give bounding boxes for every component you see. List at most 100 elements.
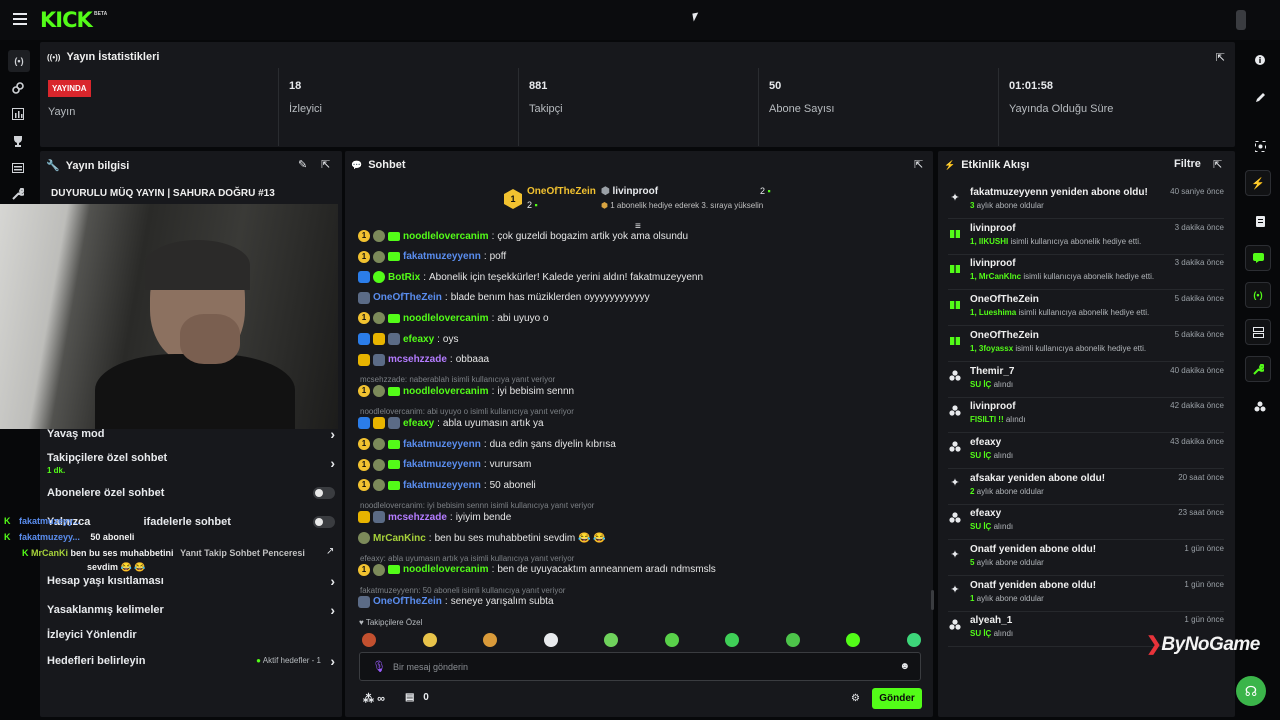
- kick-logo[interactable]: KICK: [40, 8, 93, 32]
- emote-icon[interactable]: [785, 633, 800, 647]
- chat-bubble-icon[interactable]: [1245, 245, 1271, 271]
- rail-chart-icon[interactable]: [0, 103, 36, 125]
- chat-username[interactable]: OneOfTheZein: [373, 292, 442, 303]
- chat-message[interactable]: OneOfTheZein: seneye yarışalım subta: [358, 594, 918, 610]
- chat-username[interactable]: noodlelovercanim: [403, 313, 489, 324]
- chat-username[interactable]: fakatmuzeyyenn: [403, 480, 481, 491]
- chat-message[interactable]: OneOfTheZein: blade benım has müziklerden…: [358, 290, 918, 306]
- rail-broadcast-icon[interactable]: (•): [8, 50, 30, 72]
- chat-username[interactable]: mcsehzzade: [388, 512, 447, 523]
- activity-item[interactable]: livinproof 1, IIKUSHI isimli kullanıcıya …: [948, 221, 1224, 255]
- activity-item[interactable]: ✦ Onatf yeniden abone oldu! 5 aylık abone …: [948, 542, 1224, 576]
- settings-gear-icon[interactable]: ⚙: [851, 693, 860, 704]
- chat-message[interactable]: mcsehzzade: iyiyim bende: [358, 509, 918, 525]
- chat-message[interactable]: 1 fakatmuzeyyenn: vurursam: [358, 457, 918, 473]
- chat-username[interactable]: noodlelovercanim: [403, 564, 489, 575]
- chat-username[interactable]: BotRix: [388, 272, 420, 283]
- goals-row[interactable]: Hedefleri belirleyin ● Aktif hedefler - …: [47, 654, 337, 668]
- chat-username[interactable]: noodlelovercanim: [403, 386, 489, 397]
- chat-message[interactable]: 1 noodlelovercanim: çok guzeldi bogazim ar…: [358, 228, 918, 244]
- chat-message[interactable]: 1 noodlelovercanim: abi uyuyo o: [358, 310, 918, 326]
- emote-icon[interactable]: [422, 633, 437, 647]
- emote-icon[interactable]: [604, 633, 618, 647]
- activity-item[interactable]: ✦ fakatmuzeyyenn yeniden abone oldu! 3 ayl…: [948, 185, 1224, 219]
- lightning-icon[interactable]: ⚡: [1245, 170, 1271, 196]
- emote-icon[interactable]: [906, 633, 921, 647]
- chat-message[interactable]: efeaxy: oys: [358, 331, 918, 347]
- top-gifter-name[interactable]: OneOfTheZein: [527, 186, 596, 197]
- edit-icon[interactable]: ✎: [298, 158, 307, 171]
- chat-message[interactable]: 1 fakatmuzeyyenn: dua edin şans diyelin kı…: [358, 436, 918, 452]
- pencil-icon[interactable]: [1240, 83, 1280, 111]
- banned-words-row[interactable]: Yasaklanmış kelimeler ›: [47, 603, 337, 617]
- subs-only-toggle[interactable]: [313, 487, 335, 499]
- emotes-only-row[interactable]: Yalnızca ifadelerle sohbet: [47, 516, 337, 528]
- rail-link-icon[interactable]: [0, 77, 36, 99]
- chat-username[interactable]: mcsehzzade: [388, 354, 447, 365]
- chat-message[interactable]: 1 noodlelovercanim: ben de uyuyacaktım ann…: [358, 562, 918, 578]
- chat-message[interactable]: 1 fakatmuzeyyenn:50 aboneli: [358, 477, 918, 493]
- followers-only-row[interactable]: Takipçilere özel sohbet 1 dk. ›: [47, 452, 337, 475]
- info-icon[interactable]: [1240, 46, 1280, 74]
- chat-username[interactable]: efeaxy: [403, 418, 434, 429]
- activity-item[interactable]: OneOfTheZein 1, 3foyassx isimli kullanıcı…: [948, 328, 1224, 362]
- mic-icon[interactable]: 🎙: [372, 660, 386, 673]
- layers-icon[interactable]: [1245, 319, 1271, 345]
- shop[interactable]: ▤ 0: [405, 692, 429, 703]
- activity-item[interactable]: OneOfTheZein 1, Lueshima isimli kullanıcı…: [948, 292, 1224, 327]
- slow-mode-row[interactable]: Yavaş mod ›: [47, 427, 337, 441]
- emote-icon[interactable]: [725, 633, 739, 647]
- chat-username[interactable]: efeaxy: [403, 334, 434, 345]
- emote-icon[interactable]: [483, 633, 497, 647]
- menu-icon[interactable]: [13, 13, 27, 25]
- subs-only-row[interactable]: Abonelere özel sohbet: [47, 487, 337, 499]
- popout-icon[interactable]: ⇱: [321, 158, 330, 171]
- popout-icon[interactable]: ⇱: [914, 158, 923, 171]
- viewer-redirect-row[interactable]: İzleyici Yönlendir: [47, 629, 337, 641]
- chat-username[interactable]: fakatmuzeyyenn: [403, 251, 481, 262]
- chat-username[interactable]: fakatmuzeyyenn: [403, 459, 481, 470]
- chat-username[interactable]: OneOfTheZein: [373, 596, 442, 607]
- emote-icon[interactable]: [664, 633, 679, 647]
- emotes-only-toggle[interactable]: [313, 516, 335, 528]
- chat-message[interactable]: 1 noodlelovercanim: iyi bebisim sennn: [358, 383, 918, 399]
- rail-trophy-icon[interactable]: [0, 130, 36, 152]
- external-link-icon[interactable]: ↗: [326, 546, 334, 557]
- activity-item[interactable]: efeaxy SU İÇ alındı 43 dakika önce: [948, 435, 1224, 469]
- chat-username[interactable]: MrCanKinc: [373, 533, 426, 544]
- gifter-name[interactable]: ⬢ livinproof: [601, 186, 658, 197]
- chat-input[interactable]: 🎙 Bir mesaj gönderin ☻: [359, 652, 921, 681]
- broadcast-icon[interactable]: (•): [1245, 282, 1271, 308]
- rail-wrench-icon[interactable]: [0, 183, 36, 205]
- chat-username[interactable]: noodlelovercanim: [403, 231, 489, 242]
- emote-icon[interactable]: [543, 633, 558, 647]
- popout-icon[interactable]: ⇱: [1213, 158, 1222, 171]
- account-age-row[interactable]: Hesap yaşı kısıtlaması ›: [47, 574, 337, 588]
- emote-icon[interactable]: [846, 633, 860, 647]
- popout-icon[interactable]: ⇱: [1216, 51, 1225, 64]
- community-icon[interactable]: [1240, 393, 1280, 421]
- filter-button[interactable]: Filtre: [1174, 158, 1201, 170]
- activity-item[interactable]: Themir_7 SU İÇ alındı 40 dakika önce: [948, 364, 1224, 398]
- channel-points[interactable]: ⁂ ∞: [363, 692, 385, 705]
- document-icon[interactable]: [1240, 207, 1280, 235]
- chat-message[interactable]: BotRix: Abonelik için teşekkürler! Kalede…: [358, 269, 918, 285]
- chat-message[interactable]: 1 fakatmuzeyyenn: poff: [358, 249, 918, 265]
- emote-icon[interactable]: [362, 633, 376, 647]
- scrollbar[interactable]: [931, 590, 934, 610]
- avatar[interactable]: [1236, 10, 1246, 30]
- activity-item[interactable]: livinproof 1, MrCanKInc isimli kullanıcıy…: [948, 256, 1224, 291]
- send-button[interactable]: Gönder: [872, 688, 922, 709]
- emoji-icon[interactable]: ☻: [899, 661, 910, 672]
- wrench-icon[interactable]: [1245, 356, 1271, 382]
- scan-icon[interactable]: [1240, 132, 1280, 160]
- chat-message[interactable]: MrCanKinc: ben bu ses muhabbetini sevdim …: [358, 530, 918, 546]
- activity-item[interactable]: livinproof FISILTI !! alındı 42 dakika önc…: [948, 399, 1224, 434]
- chat-username[interactable]: fakatmuzeyyenn: [403, 439, 481, 450]
- support-headset-icon[interactable]: ☊: [1236, 676, 1266, 706]
- chat-message[interactable]: mcsehzzade: obbaaa: [358, 352, 918, 368]
- rail-layout-icon[interactable]: [0, 157, 36, 179]
- activity-item[interactable]: ✦ afsakar yeniden abone oldu! 2 aylık abon…: [948, 471, 1224, 505]
- chat-message[interactable]: efeaxy: abla uyumasın artık ya: [358, 415, 918, 431]
- activity-item[interactable]: ✦ Onatf yeniden abone oldu! 1 aylık abone …: [948, 578, 1224, 612]
